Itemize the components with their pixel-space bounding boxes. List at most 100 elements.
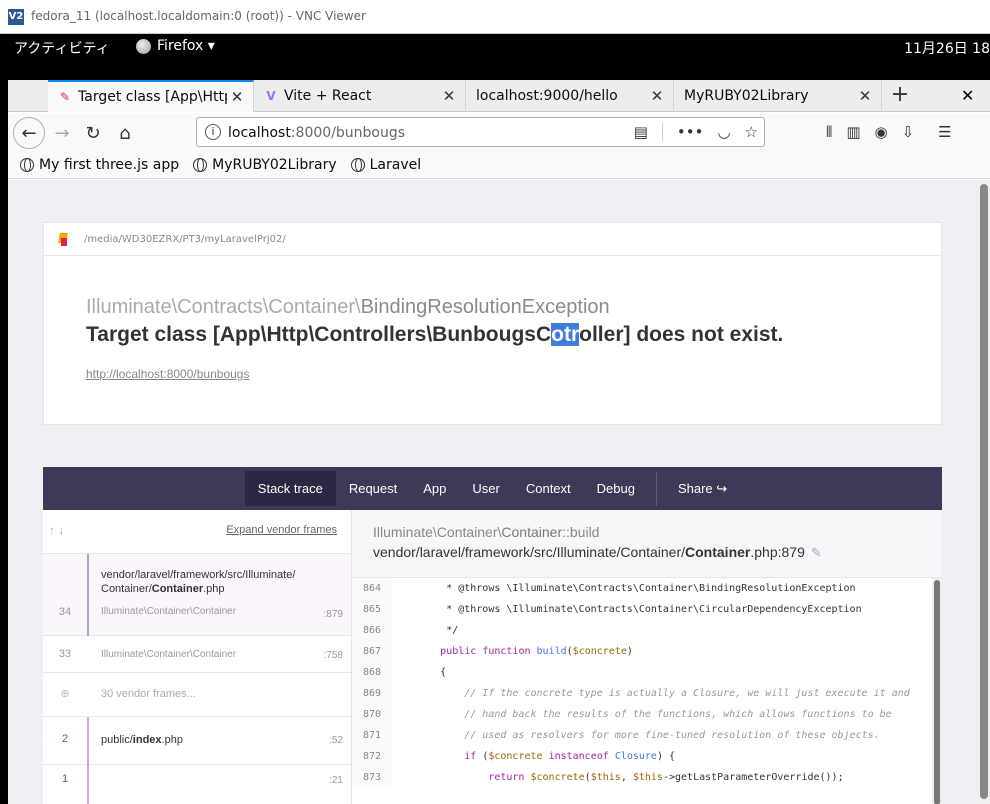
- code-line: 872 if ($concrete instanceof Closure) {: [352, 746, 942, 767]
- sidebar-icon[interactable]: ▥: [846, 123, 860, 141]
- globe-icon: [20, 157, 34, 172]
- stack-frames: ↑ ↓ Expand vendor frames vendor/laravel/…: [43, 510, 352, 804]
- bookmark-myruby02library[interactable]: MyRUBY02Library: [193, 157, 337, 173]
- tab-stack-trace[interactable]: Stack trace: [244, 471, 336, 506]
- bookmark-star-icon[interactable]: ☆: [745, 123, 758, 141]
- exception-class: Illuminate\Contracts\Container\BindingRe…: [86, 296, 610, 318]
- bookmark-threejs[interactable]: My first three.js app: [20, 157, 179, 173]
- tab-label: Target class [App\Http\: [78, 89, 227, 105]
- code-line-number: 872: [352, 746, 392, 767]
- code-file-path: vendor/laravel/framework/src/Illuminate/…: [373, 544, 822, 560]
- code-line: 873 return $concrete($this, $this->getLa…: [352, 767, 942, 788]
- vnc-titlebar: V2 fedora_11 (localhost.localdomain:0 (r…: [0, 0, 990, 34]
- info-icon[interactable]: i: [205, 124, 221, 140]
- page-actions-icon[interactable]: •••: [677, 123, 704, 141]
- tab-user[interactable]: User: [459, 471, 512, 506]
- forward-button[interactable]: →: [48, 119, 76, 147]
- tab-myruby02library[interactable]: MyRUBY02Library ✕: [674, 80, 882, 112]
- code-line: 868 {: [352, 662, 942, 683]
- home-button[interactable]: ⌂: [111, 119, 139, 147]
- tab-request[interactable]: Request: [336, 471, 410, 506]
- share-icon: ↪: [716, 480, 728, 496]
- clock[interactable]: 11月26日 18: [904, 38, 990, 58]
- code-panel: Illuminate\Container\Container::build ve…: [352, 510, 942, 804]
- pocket-icon[interactable]: ◡: [717, 123, 730, 141]
- gnome-top-bar: アクティビティ Firefox ▾ 11月26日 18: [0, 34, 990, 60]
- tab-context[interactable]: Context: [513, 471, 584, 506]
- scroll-thumb[interactable]: [980, 184, 988, 799]
- new-tab-button[interactable]: +: [888, 84, 912, 108]
- stack-card: Stack trace Request App User Context Deb…: [43, 467, 942, 804]
- edit-pencil-icon[interactable]: ✎: [811, 545, 822, 560]
- stack-tabs: Stack trace Request App User Context Deb…: [43, 467, 942, 510]
- frame-number: 34: [58, 606, 72, 618]
- stack-frame-33[interactable]: 33 Illuminate\Container\Container :758: [43, 636, 351, 673]
- project-path-bar: /media/WD30EZRX/PT3/myLaravelPrj02/: [44, 223, 941, 256]
- tab-vite-react[interactable]: V Vite + React ✕: [254, 80, 466, 112]
- frame-line: :52: [329, 735, 343, 746]
- library-icon[interactable]: ⫴: [826, 123, 832, 141]
- code-line-text: // hand back the results of the function…: [464, 709, 892, 720]
- pencil-icon: ✎: [59, 90, 71, 104]
- expand-vendor-frames-link[interactable]: Expand vendor frames: [226, 524, 337, 536]
- stack-frame-1[interactable]: 1 :21: [43, 765, 351, 804]
- bookmark-laravel[interactable]: Laravel: [350, 157, 421, 173]
- downloads-icon[interactable]: ⇩: [902, 123, 915, 141]
- activities-button[interactable]: アクティビティ: [14, 38, 110, 58]
- window-close-icon[interactable]: ✕: [961, 86, 974, 105]
- app-menu-firefox[interactable]: Firefox ▾: [136, 38, 215, 54]
- code-line: 869 // If the concrete type is actually …: [352, 683, 942, 704]
- tab-app[interactable]: App: [410, 471, 459, 506]
- reader-view-icon[interactable]: ▤: [634, 123, 648, 141]
- close-icon[interactable]: ✕: [227, 88, 247, 106]
- frame-line: :758: [323, 650, 343, 661]
- url-bar[interactable]: i localhost:8000/bunbougs ▤ ••• ◡ ☆: [196, 117, 765, 147]
- back-button[interactable]: ←: [13, 117, 45, 149]
- error-card: /media/WD30EZRX/PT3/myLaravelPrj02/ Illu…: [43, 222, 942, 425]
- code-line: 870 // hand back the results of the func…: [352, 704, 942, 725]
- globe-icon: [193, 157, 208, 172]
- exception-message: Target class [App\Http\Controllers\Bunbo…: [86, 323, 784, 346]
- code-line-text: if ($concrete instanceof Closure) {: [464, 751, 676, 762]
- close-icon[interactable]: ✕: [647, 87, 667, 105]
- frame-line: :879: [323, 609, 343, 620]
- code-scrollbar[interactable]: [932, 578, 942, 804]
- frames-header: ↑ ↓ Expand vendor frames: [43, 510, 351, 554]
- tab-target-class[interactable]: ✎ Target class [App\Http\ ✕: [48, 80, 254, 112]
- close-icon[interactable]: ✕: [439, 87, 459, 105]
- code-line-number: 868: [352, 662, 392, 683]
- frame-number: 1: [61, 773, 69, 785]
- url-separator: [661, 123, 663, 141]
- frame-number: 33: [58, 648, 72, 660]
- frame-path: public/index.php: [101, 734, 183, 746]
- frame-path: vendor/laravel/framework/src/Illuminate/…: [101, 569, 296, 595]
- frame-class: Illuminate\Container\Container: [101, 606, 237, 617]
- vendor-frames-collapsed[interactable]: ⊕ 30 vendor frames...: [43, 673, 351, 717]
- tab-debug[interactable]: Debug: [584, 471, 648, 506]
- nav-toolbar: ← → ↻ ⌂ i localhost:8000/bunbougs ▤ ••• …: [8, 113, 990, 151]
- page-scrollbar[interactable]: [978, 180, 990, 804]
- tab-share[interactable]: Share ↪: [665, 471, 740, 507]
- code-header: Illuminate\Container\Container::build ve…: [352, 510, 942, 578]
- app-menu-label: Firefox ▾: [157, 38, 215, 54]
- request-url-link[interactable]: http://localhost:8000/bunbougs: [86, 367, 249, 381]
- code-line-number: 870: [352, 704, 392, 725]
- firefox-icon: [136, 38, 151, 54]
- frame-line: :21: [329, 775, 343, 786]
- code-line-text: return $concrete($this, $this->getLastPa…: [488, 772, 844, 783]
- frame-nav-arrows-icon[interactable]: ↑ ↓: [49, 523, 64, 537]
- account-icon[interactable]: ◉: [875, 123, 888, 141]
- reload-button[interactable]: ↻: [79, 119, 107, 147]
- code-line-text: {: [392, 667, 447, 678]
- code-line: 866 */: [352, 620, 942, 641]
- code-line: 867 public function build($concrete): [352, 641, 942, 662]
- stack-frame-34[interactable]: vendor/laravel/framework/src/Illuminate/…: [43, 554, 351, 636]
- close-icon[interactable]: ✕: [855, 87, 875, 105]
- tab-localhost-9000[interactable]: localhost:9000/hello ✕: [466, 80, 674, 112]
- code-line-text: // If the concrete type is actually a Cl…: [464, 688, 910, 699]
- code-line-text: */: [446, 625, 459, 636]
- code-snippet: 864 * @throws \Illuminate\Contracts\Cont…: [352, 578, 942, 804]
- menu-icon[interactable]: ☰: [938, 123, 951, 141]
- stack-frame-2[interactable]: 2 public/index.php :52: [43, 717, 351, 765]
- code-line: 865 * @throws \Illuminate\Contracts\Cont…: [352, 599, 942, 620]
